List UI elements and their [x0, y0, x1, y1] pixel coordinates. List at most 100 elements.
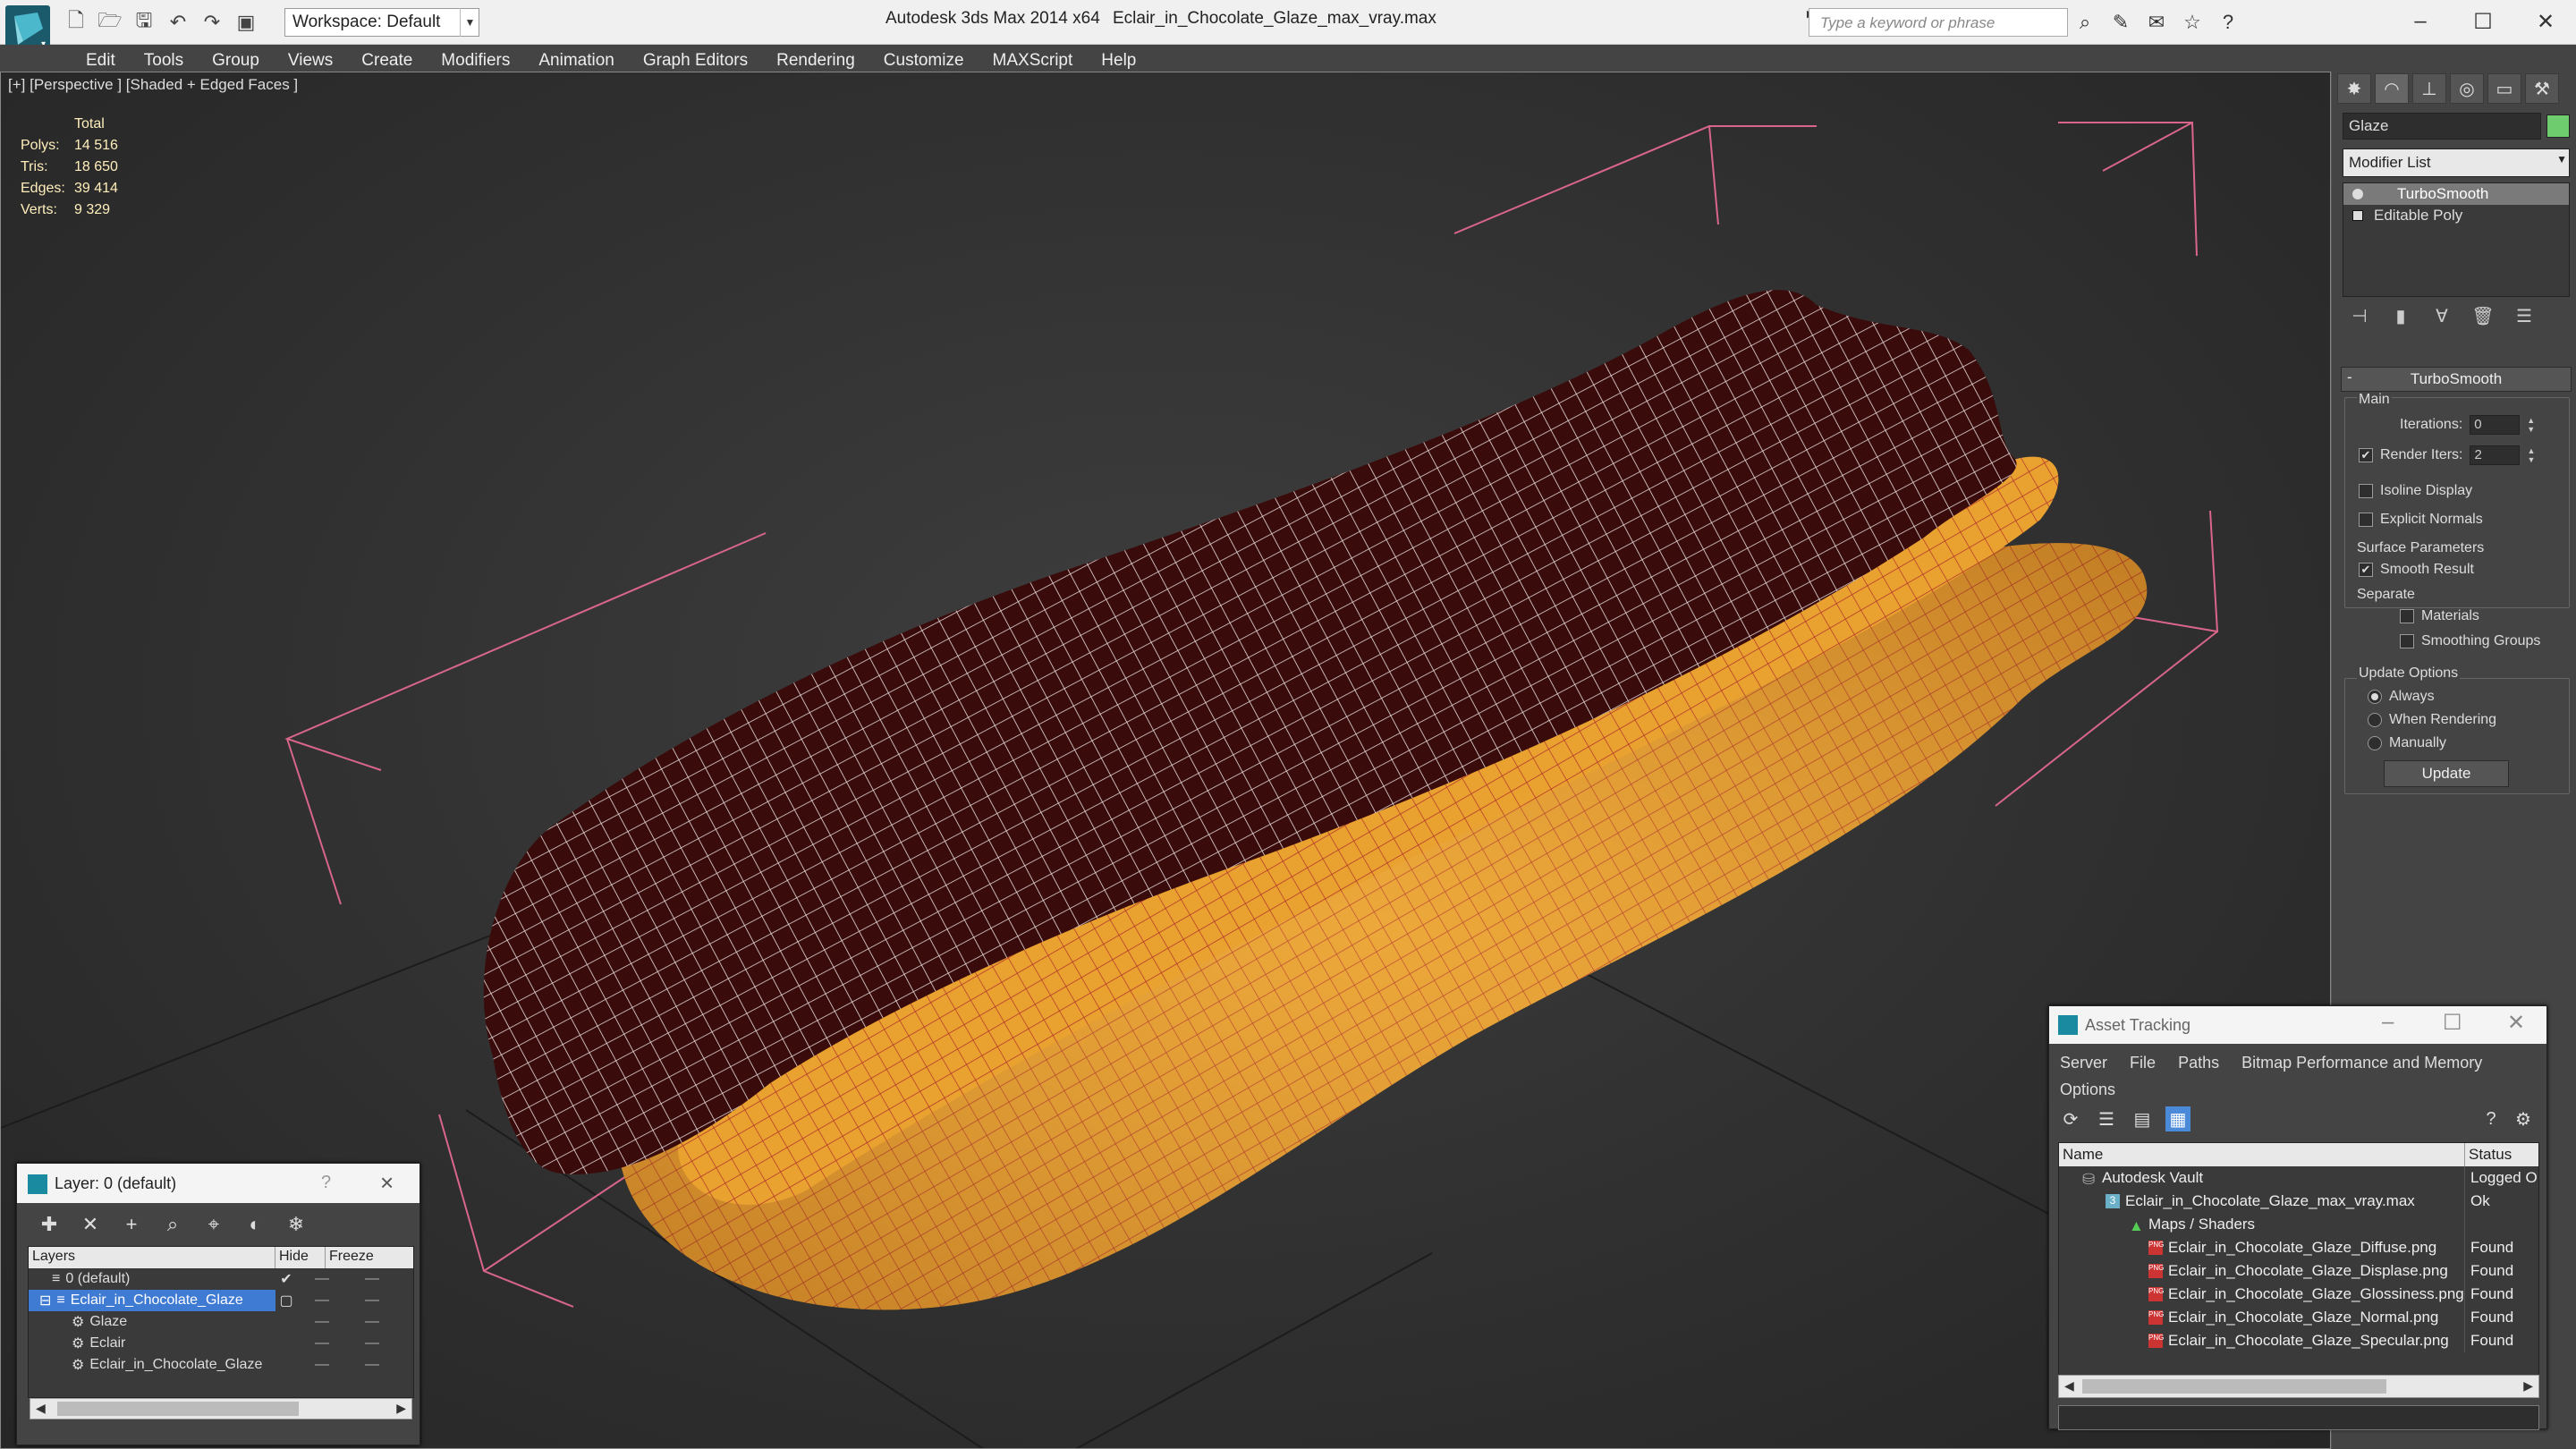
list-view-icon[interactable]: ☰	[2094, 1106, 2119, 1131]
asset-row[interactable]: ⛁ Autodesk Vault Logged O	[2059, 1166, 2538, 1190]
isoline-display-checkbox[interactable]	[2359, 484, 2373, 498]
modifier-list-dropdown[interactable]: Modifier List ▼	[2343, 148, 2570, 177]
asset-window-titlebar[interactable]: Asset Tracking – ☐ ✕	[2049, 1006, 2546, 1044]
smooth-result-checkbox[interactable]: ✔	[2359, 563, 2373, 577]
hide-toggle[interactable]: —	[297, 1292, 347, 1309]
asset-row[interactable]: PNG Eclair_in_Chocolate_Glaze_Specular.pn…	[2059, 1329, 2538, 1352]
current-layer-check-icon[interactable]: ✔	[275, 1270, 297, 1288]
pin-stack-icon[interactable]: ⊣	[2344, 302, 2375, 329]
menu-tools[interactable]: Tools	[130, 51, 198, 71]
spinner-arrows-icon[interactable]: ▲ ▼	[2527, 416, 2535, 434]
close-icon[interactable]: ×	[380, 1169, 394, 1197]
menu-paths[interactable]: Paths	[2178, 1054, 2219, 1072]
highlight-layer-icon[interactable]: ⌖	[199, 1210, 228, 1239]
scroll-left-icon[interactable]: ◀	[36, 1401, 46, 1416]
settings-help-icon[interactable]: ⚙	[2511, 1106, 2536, 1131]
column-header[interactable]: Freeze	[326, 1247, 379, 1268]
object-color-swatch[interactable]	[2546, 114, 2570, 138]
layer-row[interactable]: ⊟ ≡ Eclair_in_Chocolate_Glaze ▢ — —	[29, 1290, 413, 1311]
undo-icon[interactable]: ↶	[165, 9, 191, 36]
freeze-toggle[interactable]: —	[347, 1292, 397, 1309]
help-icon[interactable]: ?	[2215, 9, 2241, 36]
layer-object-row[interactable]: ⚙ Eclair — —	[29, 1333, 413, 1354]
menu-file[interactable]: File	[2130, 1054, 2156, 1072]
turbosmooth-rollout-header[interactable]: - TurboSmooth	[2341, 367, 2572, 392]
minimize-icon[interactable]: –	[2382, 1010, 2394, 1035]
smoothing-groups-checkbox[interactable]	[2400, 634, 2414, 648]
menu-views[interactable]: Views	[274, 51, 347, 71]
manually-radio[interactable]	[2368, 736, 2382, 750]
materials-checkbox[interactable]	[2400, 609, 2414, 623]
menu-graph-editors[interactable]: Graph Editors	[629, 51, 762, 71]
stack-item-editable-poly[interactable]: Editable Poly	[2343, 205, 2569, 226]
column-header[interactable]: Status	[2465, 1143, 2515, 1166]
maximize-icon[interactable]: ☐	[2456, 4, 2510, 39]
help-icon[interactable]: ?	[2479, 1106, 2504, 1131]
when-rendering-radio[interactable]	[2368, 713, 2382, 727]
grid-view-icon[interactable]: ▦	[2165, 1106, 2190, 1131]
menu-server[interactable]: Server	[2060, 1054, 2107, 1072]
render-iters-checkbox[interactable]: ✔	[2359, 448, 2373, 462]
search-input[interactable]: Type a keyword or phrase	[1809, 8, 2068, 37]
subscription-icon[interactable]: ✎	[2107, 9, 2134, 36]
layer-horizontal-scrollbar[interactable]: ◀ ▶	[30, 1398, 412, 1419]
layer-object-row[interactable]: ⚙ Glaze — —	[29, 1311, 413, 1333]
minimize-icon[interactable]: –	[2394, 4, 2447, 39]
show-end-result-icon[interactable]: ▮	[2385, 302, 2416, 329]
configure-modifier-sets-icon[interactable]: ☰	[2509, 302, 2539, 329]
remove-modifier-icon[interactable]: 🗑	[2468, 302, 2498, 329]
stack-item-turbosmooth[interactable]: TurboSmooth	[2343, 183, 2569, 205]
menu-group[interactable]: Group	[198, 51, 274, 71]
column-header[interactable]: Name	[2059, 1143, 2465, 1166]
close-icon[interactable]: ✕	[2519, 4, 2572, 39]
hide-toggle[interactable]: —	[297, 1314, 347, 1330]
refresh-icon[interactable]: ⟳	[2058, 1106, 2083, 1131]
layer-object-row[interactable]: ⚙ Eclair_in_Chocolate_Glaze — —	[29, 1354, 413, 1376]
menu-options[interactable]: Options	[2060, 1080, 2115, 1098]
communication-icon[interactable]: ✉	[2143, 9, 2170, 36]
scrollbar-thumb[interactable]	[57, 1402, 299, 1416]
object-name-field[interactable]: Glaze	[2343, 113, 2541, 140]
freeze-all-icon[interactable]: ❄	[282, 1210, 310, 1239]
favorites-star-icon[interactable]: ☆	[2179, 9, 2206, 36]
iterations-spinner[interactable]: 0	[2470, 415, 2521, 435]
column-header[interactable]: Hide	[275, 1247, 326, 1268]
make-unique-icon[interactable]: ∀	[2427, 302, 2457, 329]
help-icon[interactable]: ?	[321, 1173, 331, 1193]
utilities-tab-icon[interactable]: ⚒	[2525, 73, 2559, 104]
freeze-toggle[interactable]: —	[347, 1335, 397, 1352]
asset-row[interactable]: ▲ Maps / Shaders	[2059, 1213, 2538, 1236]
hierarchy-tab-icon[interactable]: ⊥	[2412, 73, 2446, 104]
add-to-layer-icon[interactable]: +	[117, 1210, 146, 1239]
workspace-dropdown[interactable]: Workspace: Default	[284, 8, 479, 37]
project-folder-icon[interactable]: ▣	[233, 9, 259, 36]
hide-toggle[interactable]: —	[297, 1271, 347, 1287]
menu-animation[interactable]: Animation	[524, 51, 629, 71]
asset-horizontal-scrollbar[interactable]: ◀ ▶	[2058, 1375, 2539, 1398]
select-objects-icon[interactable]: ⌕	[158, 1210, 187, 1239]
motion-tab-icon[interactable]: ◎	[2450, 73, 2484, 104]
display-tab-icon[interactable]: ▭	[2487, 73, 2521, 104]
freeze-toggle[interactable]: —	[347, 1357, 397, 1373]
create-tab-icon[interactable]: ✸	[2337, 73, 2371, 104]
asset-row[interactable]: PNG Eclair_in_Chocolate_Glaze_Normal.png …	[2059, 1306, 2538, 1329]
modify-tab-icon[interactable]: ◠	[2375, 73, 2409, 104]
menu-bitmap-performance[interactable]: Bitmap Performance and Memory	[2241, 1054, 2482, 1072]
maximize-icon[interactable]: ☐	[2443, 1010, 2462, 1036]
explicit-normals-checkbox[interactable]	[2359, 513, 2373, 527]
column-header[interactable]: Layers	[29, 1247, 275, 1268]
asset-path-field[interactable]	[2058, 1405, 2539, 1430]
layer-window-titlebar[interactable]: Layer: 0 (default) ? ×	[17, 1164, 419, 1203]
save-file-icon[interactable]: 🖫	[131, 9, 157, 36]
new-file-icon[interactable]: 🗋	[63, 9, 89, 36]
menu-modifiers[interactable]: Modifiers	[427, 51, 524, 71]
redo-icon[interactable]: ↷	[199, 9, 225, 36]
table-view-icon[interactable]: ▤	[2130, 1106, 2155, 1131]
hide-toggle[interactable]: —	[297, 1357, 347, 1373]
menu-maxscript[interactable]: MAXScript	[979, 51, 1088, 71]
asset-row[interactable]: 3 Eclair_in_Chocolate_Glaze_max_vray.max …	[2059, 1190, 2538, 1213]
delete-layer-icon[interactable]: ✕	[76, 1210, 105, 1239]
menu-help[interactable]: Help	[1087, 51, 1150, 71]
asset-row[interactable]: PNG Eclair_in_Chocolate_Glaze_Glossiness.…	[2059, 1283, 2538, 1306]
asset-row[interactable]: PNG Eclair_in_Chocolate_Glaze_Displase.pn…	[2059, 1259, 2538, 1283]
